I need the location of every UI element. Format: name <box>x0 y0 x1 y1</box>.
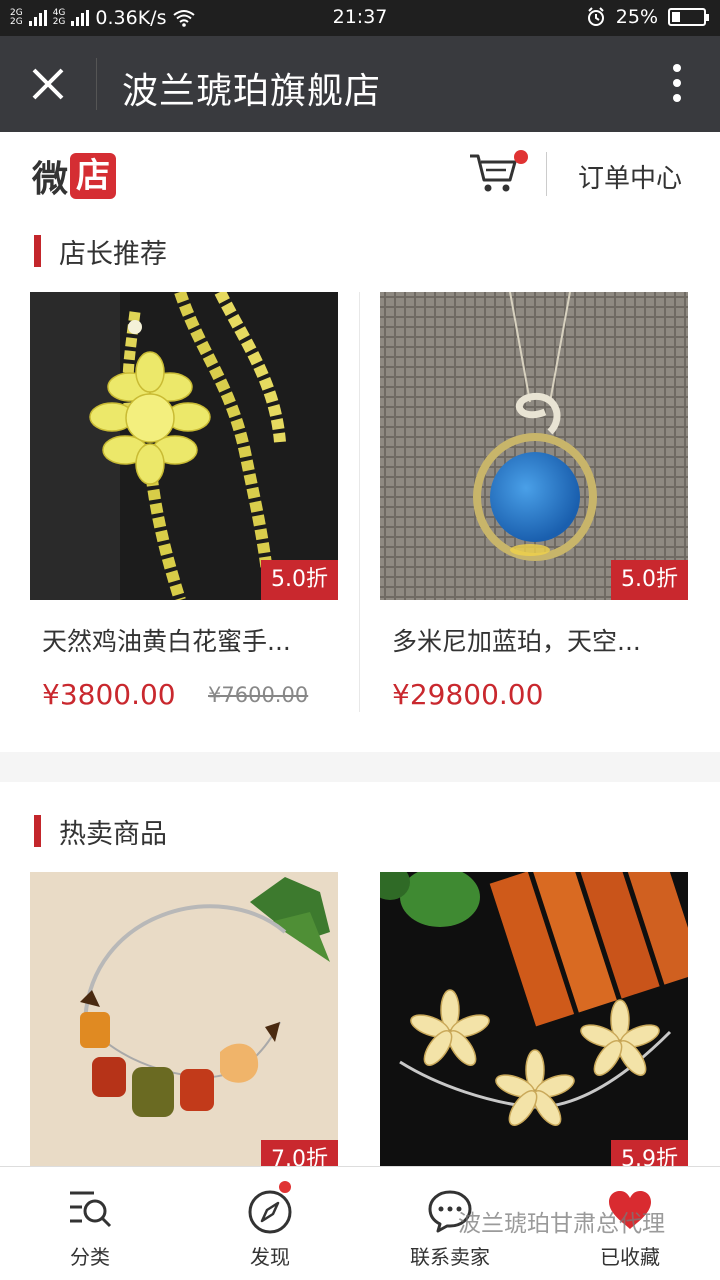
section-header: 热卖商品 <box>34 814 167 850</box>
close-icon[interactable] <box>24 60 72 108</box>
product-card[interactable]: 7.0折 <box>30 872 338 1166</box>
column-separator <box>359 292 360 712</box>
product-image[interactable]: 5.0折 <box>30 292 338 600</box>
store-header: 微 店 订单中心 <box>0 132 720 218</box>
alarm-icon <box>587 7 604 26</box>
nav-label: 已收藏 <box>600 1245 660 1269</box>
header-divider <box>546 152 547 196</box>
product-image[interactable]: 7.0折 <box>30 872 338 1166</box>
product-name[interactable]: 天然鸡油黄白花蜜手... <box>42 622 291 658</box>
order-center-link[interactable]: 订单中心 <box>578 158 682 195</box>
watermark-text: 波兰琥珀甘肃总代理 <box>458 1211 665 1237</box>
compass-icon <box>248 1190 292 1234</box>
title-bar: 波兰琥珀旗舰店 <box>0 36 720 132</box>
more-vertical-icon[interactable] <box>672 64 682 106</box>
discover-badge <box>279 1181 291 1193</box>
cart-badge <box>514 150 528 164</box>
section-title: 店长推荐 <box>59 238 167 270</box>
status-bar: 2G 2G 4G 2G 0.36K/s 21:37 25% <box>0 0 720 36</box>
discount-badge: 5.0折 <box>611 560 688 600</box>
section-header: 店长推荐 <box>34 234 167 270</box>
discount-badge: 7.0折 <box>261 1140 338 1166</box>
section-recommended: 店长推荐 5.0折 天然鸡油黄白花蜜手... ¥3800.00 ¥7600.00… <box>0 218 720 752</box>
section-title: 热卖商品 <box>59 818 167 850</box>
cart-button[interactable] <box>468 150 528 196</box>
page-title: 波兰琥珀旗舰店 <box>122 71 382 112</box>
product-name[interactable]: 多米尼加蓝珀，天空... <box>392 622 641 658</box>
section-accent-bar <box>34 235 41 267</box>
product-price: ¥29800.00 <box>392 678 544 711</box>
section-accent-bar <box>34 815 41 847</box>
battery-icon <box>668 8 709 26</box>
section-hot: 热卖商品 7.0折 5.9折 <box>0 782 720 1166</box>
nav-category[interactable]: 分类 <box>15 1167 165 1280</box>
nav-label: 联系卖家 <box>410 1245 490 1269</box>
nav-discover[interactable]: 发现 <box>195 1167 345 1280</box>
category-search-icon <box>70 1191 112 1228</box>
nav-label: 分类 <box>70 1245 110 1269</box>
product-price: ¥3800.00 <box>42 678 176 711</box>
product-card[interactable]: 5.0折 多米尼加蓝珀，天空... ¥29800.00 <box>380 292 688 732</box>
discount-badge: 5.0折 <box>261 560 338 600</box>
product-image[interactable]: 5.9折 <box>380 872 688 1166</box>
battery-percent: 25% <box>615 6 658 28</box>
product-image[interactable]: 5.0折 <box>380 292 688 600</box>
product-card[interactable]: 5.0折 天然鸡油黄白花蜜手... ¥3800.00 ¥7600.00 <box>30 292 338 732</box>
title-divider <box>96 58 97 110</box>
product-original-price: ¥7600.00 <box>208 683 309 707</box>
cart-icon <box>470 154 517 192</box>
nav-label: 发现 <box>250 1245 290 1269</box>
discount-badge: 5.9折 <box>611 1140 688 1166</box>
weidian-logo[interactable]: 微 店 <box>32 152 117 200</box>
product-card[interactable]: 5.9折 <box>380 872 688 1166</box>
